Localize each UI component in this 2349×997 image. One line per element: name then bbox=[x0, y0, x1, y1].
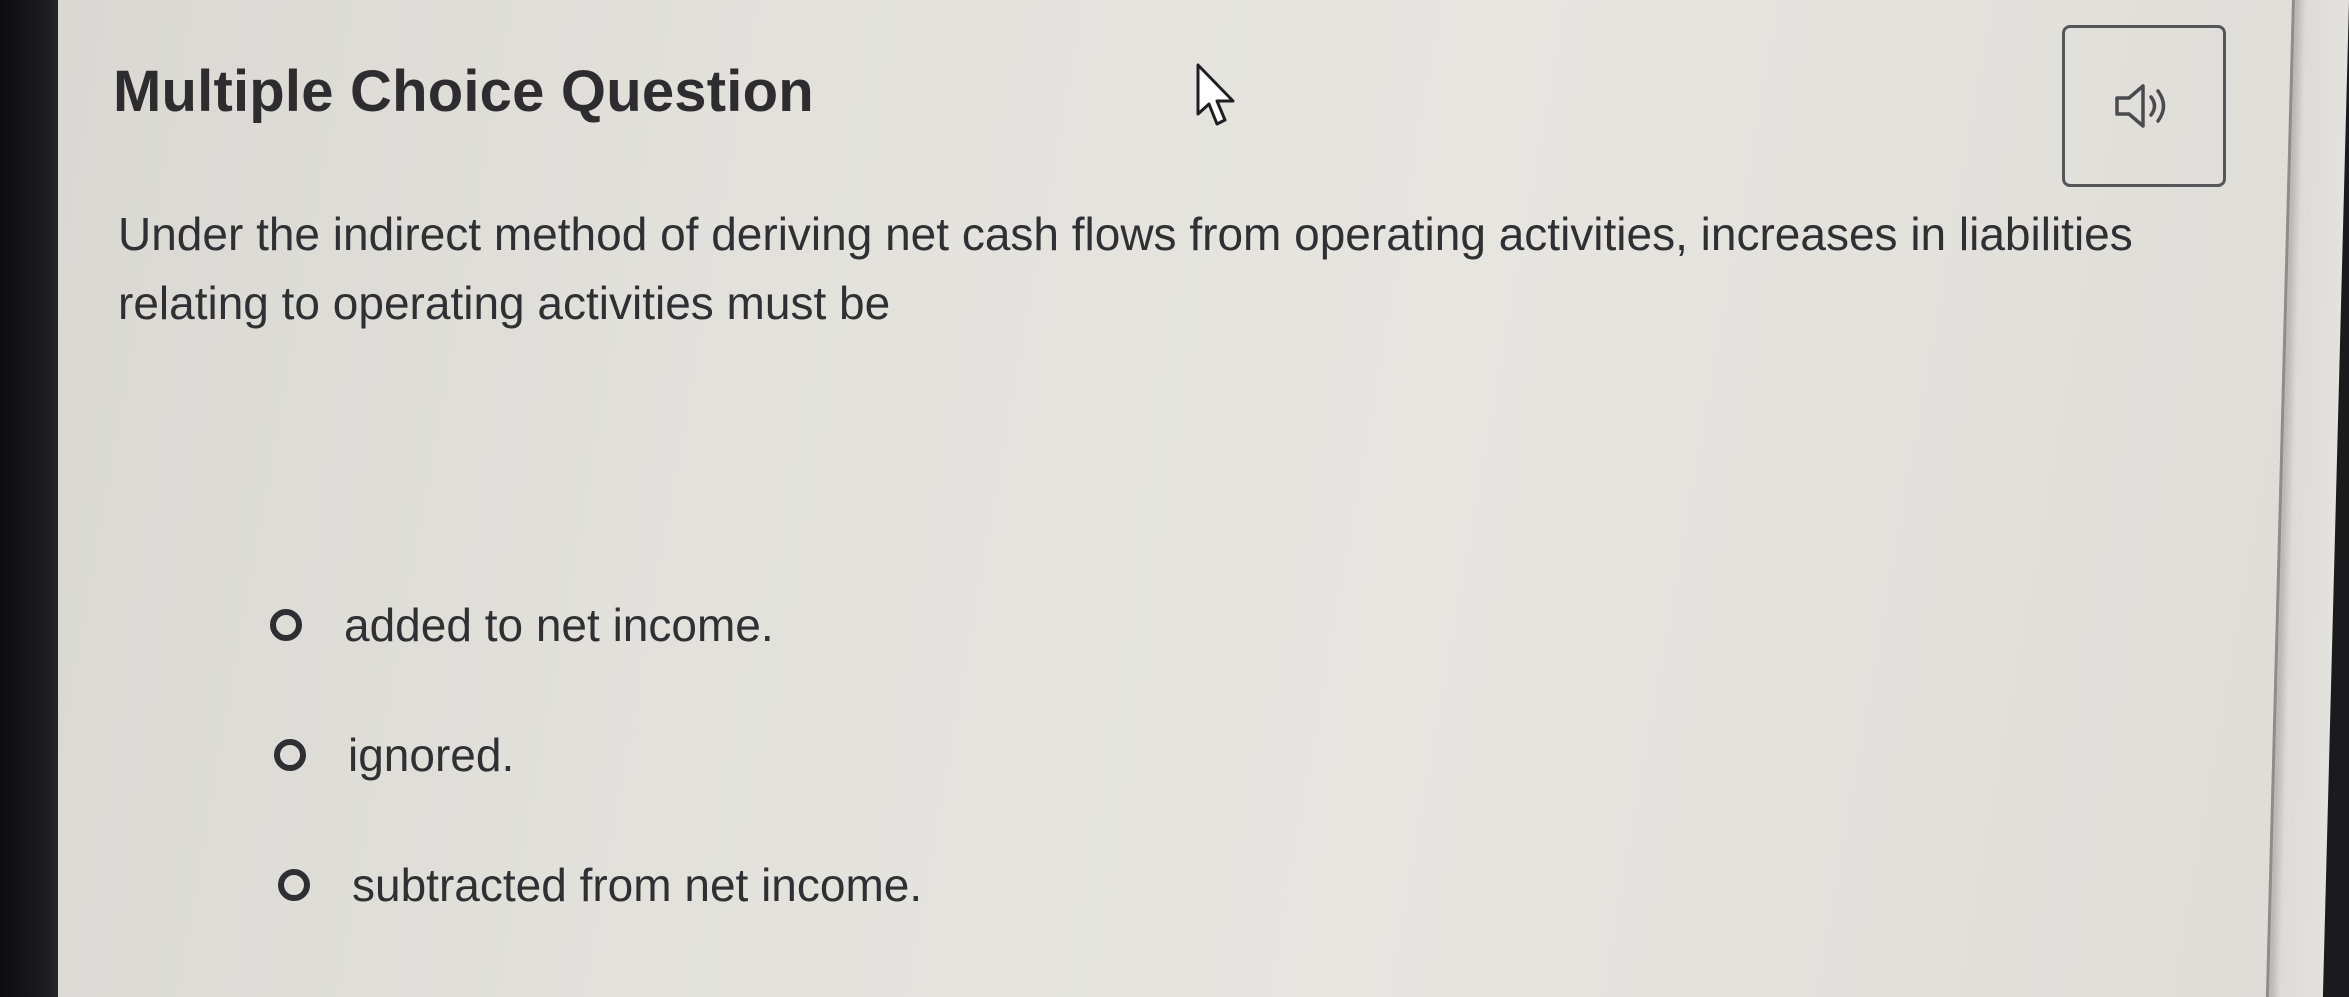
radio-button-b[interactable] bbox=[274, 739, 306, 771]
question-panel bbox=[58, 0, 2320, 997]
answer-option-c[interactable]: subtracted from net income. bbox=[278, 858, 922, 912]
answer-option-a-label: added to net income. bbox=[344, 599, 774, 651]
read-aloud-button[interactable] bbox=[2062, 25, 2226, 187]
answer-option-b-label: ignored. bbox=[348, 729, 515, 781]
radio-button-a[interactable] bbox=[270, 609, 302, 641]
answer-option-b[interactable]: ignored. bbox=[274, 728, 514, 782]
mouse-pointer-icon bbox=[1196, 63, 1235, 126]
question-text: Under the indirect method of deriving ne… bbox=[118, 208, 2133, 329]
speaker-volume-icon bbox=[2115, 84, 2166, 128]
answer-option-c-label: subtracted from net income. bbox=[352, 859, 923, 911]
answer-option-a[interactable]: added to net income. bbox=[270, 598, 774, 652]
radio-button-c[interactable] bbox=[278, 869, 310, 901]
page-title: Multiple Choice Question bbox=[113, 59, 814, 124]
left-bezel bbox=[0, 0, 62, 997]
